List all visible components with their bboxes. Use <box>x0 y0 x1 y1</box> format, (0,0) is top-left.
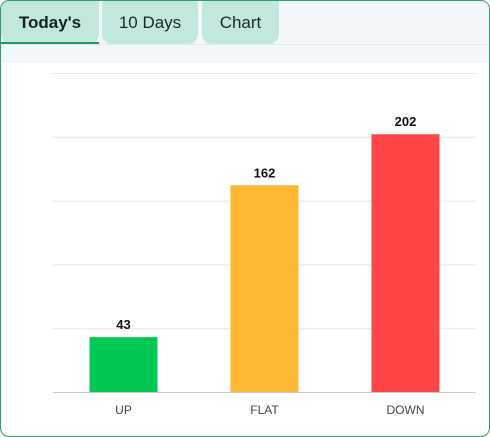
tab-todays[interactable]: Today's <box>1 1 99 44</box>
bar-down <box>371 134 440 393</box>
bar-up <box>89 337 158 392</box>
data-label-up: 43 <box>116 317 130 332</box>
bar-chart: 43 UP 162 FLAT 202 DOWN <box>53 73 476 417</box>
data-label-down: 202 <box>395 114 417 129</box>
x-tick-label-down: DOWN <box>387 403 425 417</box>
x-tick-label-up: UP <box>115 403 132 417</box>
tab-10-days[interactable]: 10 Days <box>102 1 198 44</box>
data-label-flat: 162 <box>254 165 276 180</box>
x-tick-label-flat: FLAT <box>250 403 279 417</box>
tab-bar-divider <box>1 44 489 45</box>
tab-bar: Today's 10 Days Chart <box>1 1 489 63</box>
tab-chart[interactable]: Chart <box>202 1 279 44</box>
active-tab-underline <box>1 42 99 44</box>
bar-flat <box>230 185 299 392</box>
widget-frame: Today's 10 Days Chart 43 UP 162 FLAT 202 DOWN <box>0 0 490 437</box>
